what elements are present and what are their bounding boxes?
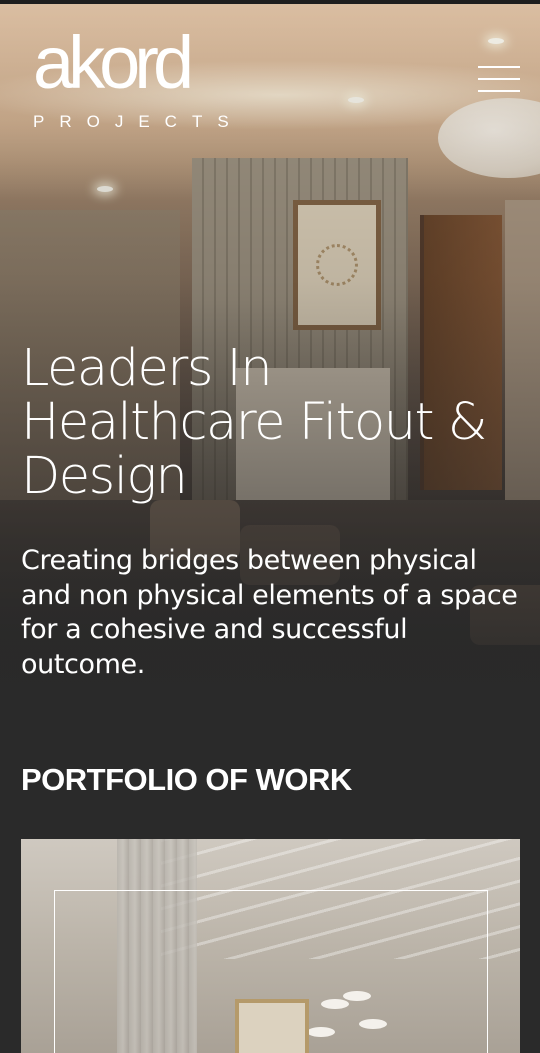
logo-wordmark: akord xyxy=(33,21,194,104)
brand-logo[interactable]: akord PROJECTS xyxy=(33,21,244,132)
menu-line xyxy=(478,90,520,92)
hamburger-menu-icon[interactable] xyxy=(478,66,520,94)
portfolio-card[interactable] xyxy=(21,839,520,1053)
menu-line xyxy=(478,66,520,68)
top-status-strip xyxy=(0,0,540,4)
hero-headline: Leaders In Healthcare Fitout & Design xyxy=(21,339,488,506)
hero-tagline: Creating bridges between physical and no… xyxy=(21,545,518,680)
menu-line xyxy=(478,78,520,80)
logo-subtitle: PROJECTS xyxy=(33,112,244,131)
portfolio-heading: PORTFOLIO OF WORK xyxy=(21,762,352,797)
portfolio-card-outline xyxy=(54,890,488,1053)
